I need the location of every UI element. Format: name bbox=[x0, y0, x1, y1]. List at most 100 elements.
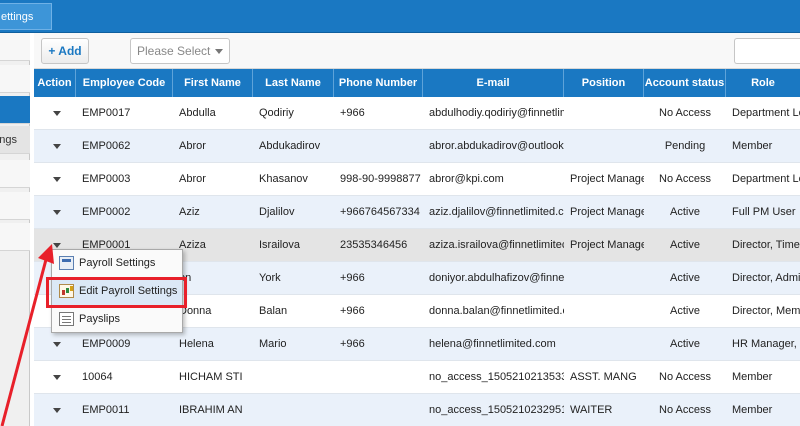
table-row[interactable]: EMP0062 Abror Abdukadirov abror.abdukadirov… bbox=[34, 130, 800, 163]
header-position[interactable]: Position bbox=[564, 69, 644, 97]
first-name-cell: Helena bbox=[179, 338, 214, 350]
search-input[interactable] bbox=[734, 38, 800, 64]
last-name-cell: York bbox=[259, 272, 281, 284]
header-role[interactable]: Role bbox=[726, 69, 800, 97]
role-cell: Director, Memb bbox=[732, 305, 800, 317]
grid-header: Action Employee Code First Name Last Nam… bbox=[34, 69, 800, 97]
role-cell: Department Lea bbox=[732, 173, 800, 185]
last-name-cell: Mario bbox=[259, 338, 287, 350]
header-account-status[interactable]: Account status bbox=[644, 69, 726, 97]
email-cell: aziza.israilova@finnetlimitec bbox=[429, 239, 564, 251]
email-cell: doniyor.abdulhafizov@finnet bbox=[429, 272, 564, 284]
sidebar-item-5[interactable] bbox=[0, 160, 30, 188]
role-cell: Member bbox=[732, 371, 773, 383]
position-cell bbox=[564, 262, 644, 295]
phone-cell bbox=[334, 394, 423, 426]
last-name-cell: Qodiriy bbox=[259, 107, 294, 119]
filter-select-placeholder: Please Select bbox=[137, 44, 211, 58]
payslips-icon bbox=[59, 312, 74, 326]
email-cell: helena@finnetlimited.com bbox=[429, 338, 556, 350]
role-cell: Director, Times bbox=[732, 239, 800, 251]
first-name-cell: HICHAM STI bbox=[179, 371, 243, 383]
account-status-cell: Active bbox=[670, 206, 700, 218]
employee-grid: Action Employee Code First Name Last Nam… bbox=[34, 69, 800, 426]
account-status-cell: Active bbox=[670, 338, 700, 350]
account-status-cell: No Access bbox=[659, 107, 711, 119]
role-cell: Director, Admin bbox=[732, 272, 800, 284]
employee-code-cell: EMP0011 bbox=[82, 404, 130, 416]
role-cell: Member bbox=[732, 404, 773, 416]
highlight-annotation-box bbox=[46, 277, 187, 308]
first-name-cell: IBRAHIM AN bbox=[179, 404, 243, 416]
menu-item-label: Payslips bbox=[79, 313, 120, 325]
position-cell bbox=[564, 295, 644, 328]
phone-cell: +966 bbox=[340, 305, 365, 317]
sidebar-item-6[interactable] bbox=[0, 192, 30, 220]
phone-cell: +966764567334 bbox=[340, 206, 420, 218]
highlight-annotation-arrow bbox=[0, 244, 54, 426]
role-cell: Full PM User bbox=[732, 206, 796, 218]
table-row[interactable]: EMP0002 Aziz Djalilov +966764567334 aziz.dja… bbox=[34, 196, 800, 229]
table-row[interactable]: EMP0011 IBRAHIM AN no_access_1505210232951… bbox=[34, 394, 800, 426]
sidebar-item-2[interactable] bbox=[0, 65, 30, 93]
phone-cell: +966 bbox=[340, 272, 365, 284]
sidebar-item-1[interactable] bbox=[0, 33, 30, 61]
header-employee-code[interactable]: Employee Code bbox=[76, 69, 173, 97]
email-cell: abror@kpi.com bbox=[429, 173, 504, 185]
action-cell[interactable] bbox=[34, 196, 76, 229]
phone-cell bbox=[334, 130, 423, 163]
position-cell: Project Manage bbox=[570, 239, 644, 251]
table-row[interactable]: EMP0003 Abror Khasanov 998-90-9998877 abror@… bbox=[34, 163, 800, 196]
role-cell: Member bbox=[732, 140, 773, 152]
top-bar: ettings bbox=[0, 0, 800, 33]
account-status-cell: Active bbox=[670, 305, 700, 317]
account-status-cell: No Access bbox=[659, 404, 711, 416]
action-cell[interactable] bbox=[34, 130, 76, 163]
menu-item-payslips[interactable]: Payslips bbox=[52, 306, 182, 333]
tab-settings[interactable]: ettings bbox=[0, 3, 52, 30]
last-name-cell bbox=[253, 361, 334, 394]
sidebar-item-label: ngs bbox=[0, 134, 17, 146]
header-action[interactable]: Action bbox=[34, 69, 76, 97]
menu-item-payroll-settings[interactable]: Payroll Settings bbox=[52, 250, 182, 277]
employee-code-cell: 10064 bbox=[82, 371, 113, 383]
action-cell[interactable] bbox=[34, 163, 76, 196]
arrow-line bbox=[0, 251, 50, 426]
header-phone-number[interactable]: Phone Number bbox=[334, 69, 423, 97]
role-cell: Department Lea bbox=[732, 107, 800, 119]
table-row[interactable]: 10064 HICHAM STI no_access_1505210213533 AS… bbox=[34, 361, 800, 394]
action-cell[interactable] bbox=[34, 97, 76, 130]
header-last-name[interactable]: Last Name bbox=[253, 69, 334, 97]
sidebar-item-settings[interactable]: ngs bbox=[0, 126, 30, 154]
first-name-cell: Aziza bbox=[179, 239, 206, 251]
menu-item-label: Payroll Settings bbox=[79, 257, 156, 269]
email-cell: abdulhodiy.qodiriy@finnetlim bbox=[429, 107, 564, 119]
filter-select[interactable]: Please Select bbox=[130, 38, 230, 64]
grid-toolbar: + Add Please Select bbox=[34, 33, 800, 69]
employee-code-cell: EMP0062 bbox=[82, 140, 131, 152]
email-cell: donna.balan@finnetlimited.c bbox=[429, 305, 564, 317]
chevron-down-icon bbox=[215, 49, 223, 54]
email-cell: no_access_1505210232951 bbox=[429, 404, 564, 416]
employee-code-cell: EMP0017 bbox=[82, 107, 131, 119]
row-action-dropdown-icon[interactable] bbox=[53, 144, 61, 149]
role-cell: HR Manager, M bbox=[732, 338, 800, 350]
phone-cell: +966 bbox=[340, 107, 365, 119]
table-row[interactable]: EMP0017 Abdulla Qodiriy +966 abdulhodiy.qodi… bbox=[34, 97, 800, 130]
header-first-name[interactable]: First Name bbox=[173, 69, 253, 97]
position-cell: WAITER bbox=[570, 404, 613, 416]
add-button[interactable]: + Add bbox=[41, 38, 89, 64]
first-name-cell: Abdulla bbox=[179, 107, 216, 119]
header-email[interactable]: E-mail bbox=[423, 69, 564, 97]
last-name-cell: Balan bbox=[259, 305, 288, 317]
row-action-dropdown-icon[interactable] bbox=[53, 177, 61, 182]
first-name-cell: Abror bbox=[179, 140, 206, 152]
last-name-cell: Israilova bbox=[259, 239, 300, 251]
last-name-cell: Khasanov bbox=[259, 173, 308, 185]
arrow-head bbox=[38, 244, 54, 264]
row-action-dropdown-icon[interactable] bbox=[53, 210, 61, 215]
row-action-dropdown-icon[interactable] bbox=[53, 111, 61, 116]
sidebar-item-active[interactable] bbox=[0, 96, 30, 124]
payroll-settings-icon bbox=[59, 256, 74, 270]
employee-code-cell: EMP0003 bbox=[82, 173, 131, 185]
